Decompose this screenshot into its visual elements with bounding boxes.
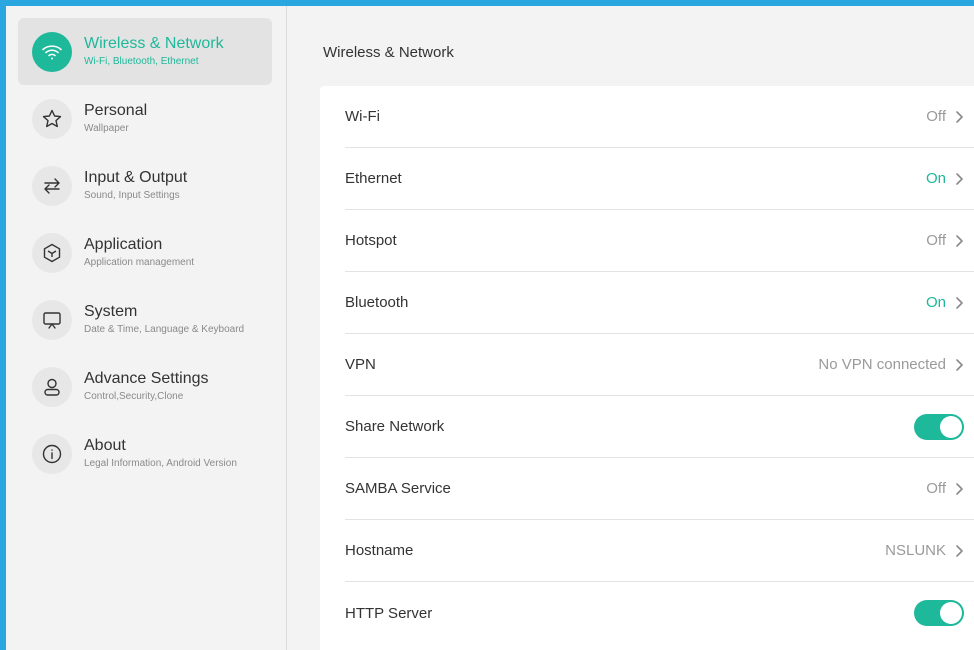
row-bluetooth[interactable]: Bluetooth On <box>345 272 974 334</box>
row-value: Off <box>926 232 946 249</box>
row-label: Ethernet <box>345 170 402 187</box>
row-value: Off <box>926 108 946 125</box>
sidebar-item-title: About <box>84 437 126 454</box>
sidebar-item-subtitle: Sound, Input Settings <box>84 190 180 201</box>
chevron-right-icon <box>956 358 963 371</box>
sidebar-item-subtitle: Control,Security,Clone <box>84 391 184 402</box>
row-hostname[interactable]: Hostname NSLUNK <box>345 520 974 582</box>
monitor-icon <box>32 299 72 340</box>
share-network-toggle[interactable] <box>914 413 964 440</box>
row-ethernet[interactable]: Ethernet On <box>345 148 974 210</box>
sidebar-item-wireless-network[interactable]: Wireless & Network Wi-Fi, Bluetooth, Eth… <box>18 18 272 85</box>
row-label: Wi-Fi <box>345 108 380 125</box>
row-label: Hotspot <box>345 232 397 249</box>
swap-arrows-icon <box>32 165 72 206</box>
sidebar-item-subtitle: Application management <box>84 257 195 268</box>
main-panel: Wireless & Network Wi-Fi Off Ethernet On <box>287 6 974 650</box>
row-wifi[interactable]: Wi-Fi Off <box>345 86 974 148</box>
sidebar: Wireless & Network Wi-Fi, Bluetooth, Eth… <box>6 6 287 650</box>
http-server-toggle[interactable] <box>914 600 964 626</box>
chevron-right-icon <box>956 544 963 557</box>
sidebar-item-title: Personal <box>84 102 148 119</box>
page-title: Wireless & Network <box>323 44 454 61</box>
row-http-server[interactable]: HTTP Server <box>345 582 974 644</box>
row-label: Share Network <box>345 418 445 435</box>
chevron-right-icon <box>956 482 963 495</box>
sidebar-item-subtitle: Wi-Fi, Bluetooth, Ethernet <box>84 56 199 67</box>
wifi-icon <box>32 31 72 72</box>
row-label: HTTP Server <box>345 604 433 622</box>
info-icon <box>32 433 72 474</box>
sidebar-item-title: Advance Settings <box>84 370 209 387</box>
sidebar-item-subtitle: Wallpaper <box>84 123 129 134</box>
row-hotspot[interactable]: Hotspot Off <box>345 210 974 272</box>
sidebar-item-personal[interactable]: Personal Wallpaper <box>18 85 272 152</box>
sidebar-item-title: Input & Output <box>84 169 188 186</box>
row-label: Bluetooth <box>345 294 409 311</box>
row-value: Off <box>926 480 946 497</box>
sidebar-item-subtitle: Legal Information, Android Version <box>84 458 237 469</box>
sidebar-item-title: System <box>84 303 138 320</box>
sidebar-item-input-output[interactable]: Input & Output Sound, Input Settings <box>18 152 272 219</box>
user-icon <box>32 366 72 407</box>
sidebar-item-system[interactable]: System Date & Time, Language & Keyboard <box>18 286 272 353</box>
toggle-knob <box>940 415 962 438</box>
chevron-right-icon <box>956 172 963 185</box>
sidebar-item-about[interactable]: About Legal Information, Android Version <box>18 420 272 487</box>
toggle-knob <box>940 602 962 624</box>
settings-window: Wireless & Network Wi-Fi, Bluetooth, Eth… <box>0 0 974 650</box>
row-value: No VPN connected <box>818 356 946 373</box>
row-samba-service[interactable]: SAMBA Service Off <box>345 458 974 520</box>
cube-icon <box>32 232 72 273</box>
sidebar-item-application[interactable]: Application Application management <box>18 219 272 286</box>
chevron-right-icon <box>956 110 963 123</box>
row-label: SAMBA Service <box>345 480 451 497</box>
row-value: NSLUNK <box>885 542 946 559</box>
row-label: Hostname <box>345 542 414 559</box>
star-icon <box>32 98 72 139</box>
row-vpn[interactable]: VPN No VPN connected <box>345 334 974 396</box>
row-label: VPN <box>345 356 376 373</box>
chevron-right-icon <box>956 234 963 247</box>
row-value: On <box>925 170 946 187</box>
row-value: On <box>925 294 946 311</box>
sidebar-item-title: Application <box>84 236 163 253</box>
row-share-network[interactable]: Share Network <box>345 396 974 458</box>
chevron-right-icon <box>956 296 963 309</box>
sidebar-item-advance-settings[interactable]: Advance Settings Control,Security,Clone <box>18 353 272 420</box>
sidebar-item-title: Wireless & Network <box>84 35 224 52</box>
sidebar-item-subtitle: Date & Time, Language & Keyboard <box>84 324 245 335</box>
settings-list: Wi-Fi Off Ethernet On Hotspot Off Blueto… <box>320 86 974 650</box>
